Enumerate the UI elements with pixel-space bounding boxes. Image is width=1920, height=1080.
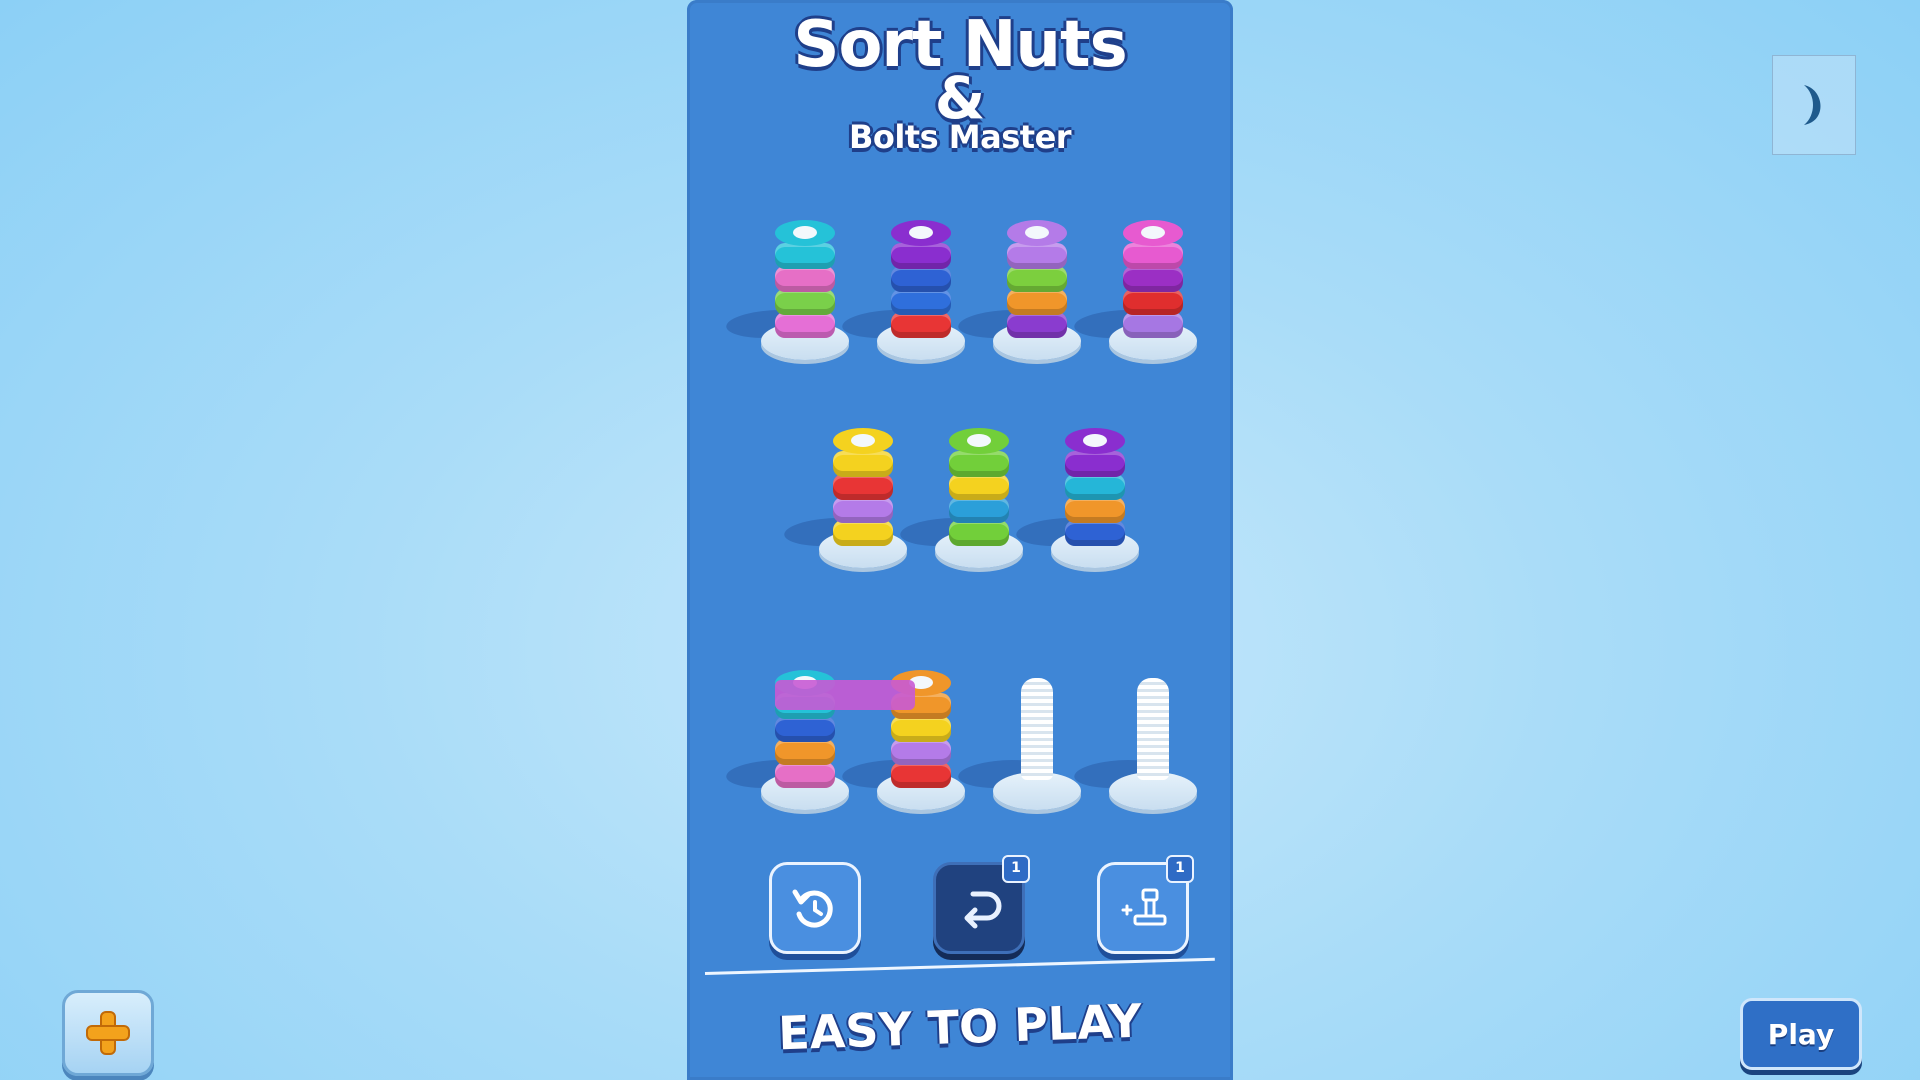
nut <box>833 474 893 500</box>
nut <box>1065 474 1125 500</box>
nut <box>775 289 835 315</box>
nut <box>1065 520 1125 546</box>
add-bolt-icon <box>1121 888 1167 926</box>
tagline: EASY TO PLAY <box>777 993 1143 1061</box>
bolt-slot[interactable] <box>834 210 969 360</box>
nut <box>775 716 835 742</box>
bolt-slot[interactable] <box>892 418 1027 568</box>
nut-hole <box>793 226 817 239</box>
nut <box>949 497 1009 523</box>
undo-count-badge: 1 <box>1002 855 1030 883</box>
nut <box>833 497 893 523</box>
add-button[interactable] <box>62 990 154 1076</box>
nut <box>891 762 951 788</box>
moon-icon <box>1804 85 1821 125</box>
add-bolt-count-badge: 1 <box>1166 855 1194 883</box>
nut <box>1123 243 1183 269</box>
nut-hole <box>1083 434 1107 447</box>
play-button[interactable]: Play <box>1740 998 1862 1070</box>
nut <box>833 520 893 546</box>
nut <box>1123 266 1183 292</box>
bolt-slot[interactable] <box>1066 210 1201 360</box>
nut <box>775 762 835 788</box>
nut-hole <box>1141 226 1165 239</box>
add-bolt-button[interactable]: 1 <box>1097 855 1194 954</box>
nut <box>891 289 951 315</box>
nut-top <box>775 220 835 246</box>
bolt-slot[interactable] <box>718 210 853 360</box>
nut <box>833 451 893 477</box>
undo-icon <box>964 891 1002 929</box>
game-subtitle: Bolts Master <box>848 118 1072 156</box>
nut <box>1007 312 1067 338</box>
bolt-slot[interactable] <box>950 660 1085 810</box>
nut <box>891 243 951 269</box>
empty-bolt-screw <box>1021 678 1053 780</box>
bolt-slot[interactable] <box>776 418 911 568</box>
nut <box>1007 266 1067 292</box>
undo-button[interactable]: 1 <box>933 855 1030 954</box>
nut-hole <box>1025 226 1049 239</box>
bolt-slot[interactable] <box>1066 660 1201 810</box>
nut <box>775 266 835 292</box>
nut <box>891 716 951 742</box>
nut <box>775 243 835 269</box>
nut <box>775 312 835 338</box>
nut <box>891 739 951 765</box>
nut <box>949 474 1009 500</box>
nut <box>949 451 1009 477</box>
plus-icon <box>86 1011 130 1055</box>
empty-bolt-screw <box>1137 678 1169 780</box>
restart-button[interactable] <box>769 862 861 954</box>
nut-hole <box>909 226 933 239</box>
nut-top <box>891 220 951 246</box>
nut-top <box>1007 220 1067 246</box>
nut <box>891 266 951 292</box>
nut <box>1123 312 1183 338</box>
nut-top <box>833 428 893 454</box>
nut-top <box>949 428 1009 454</box>
nut <box>1007 289 1067 315</box>
nut-top <box>1065 428 1125 454</box>
nut-hole <box>967 434 991 447</box>
nut <box>1007 243 1067 269</box>
game-panel: Sort Nuts & Bolts Master 1 1 EASY TO PLA… <box>687 0 1233 1080</box>
nut <box>1065 451 1125 477</box>
bolt-slot[interactable] <box>1008 418 1143 568</box>
play-button-label: Play <box>1767 1017 1835 1051</box>
nut <box>1123 289 1183 315</box>
nut-top <box>1123 220 1183 246</box>
restart-icon <box>792 889 833 928</box>
nut <box>891 312 951 338</box>
side-panel-toggle[interactable] <box>1772 55 1856 155</box>
bolt-slot[interactable] <box>950 210 1085 360</box>
nut <box>1065 497 1125 523</box>
nut <box>949 520 1009 546</box>
divider-line <box>704 957 1215 975</box>
nut <box>775 739 835 765</box>
move-indicator-bar <box>775 680 915 710</box>
nut-hole <box>851 434 875 447</box>
